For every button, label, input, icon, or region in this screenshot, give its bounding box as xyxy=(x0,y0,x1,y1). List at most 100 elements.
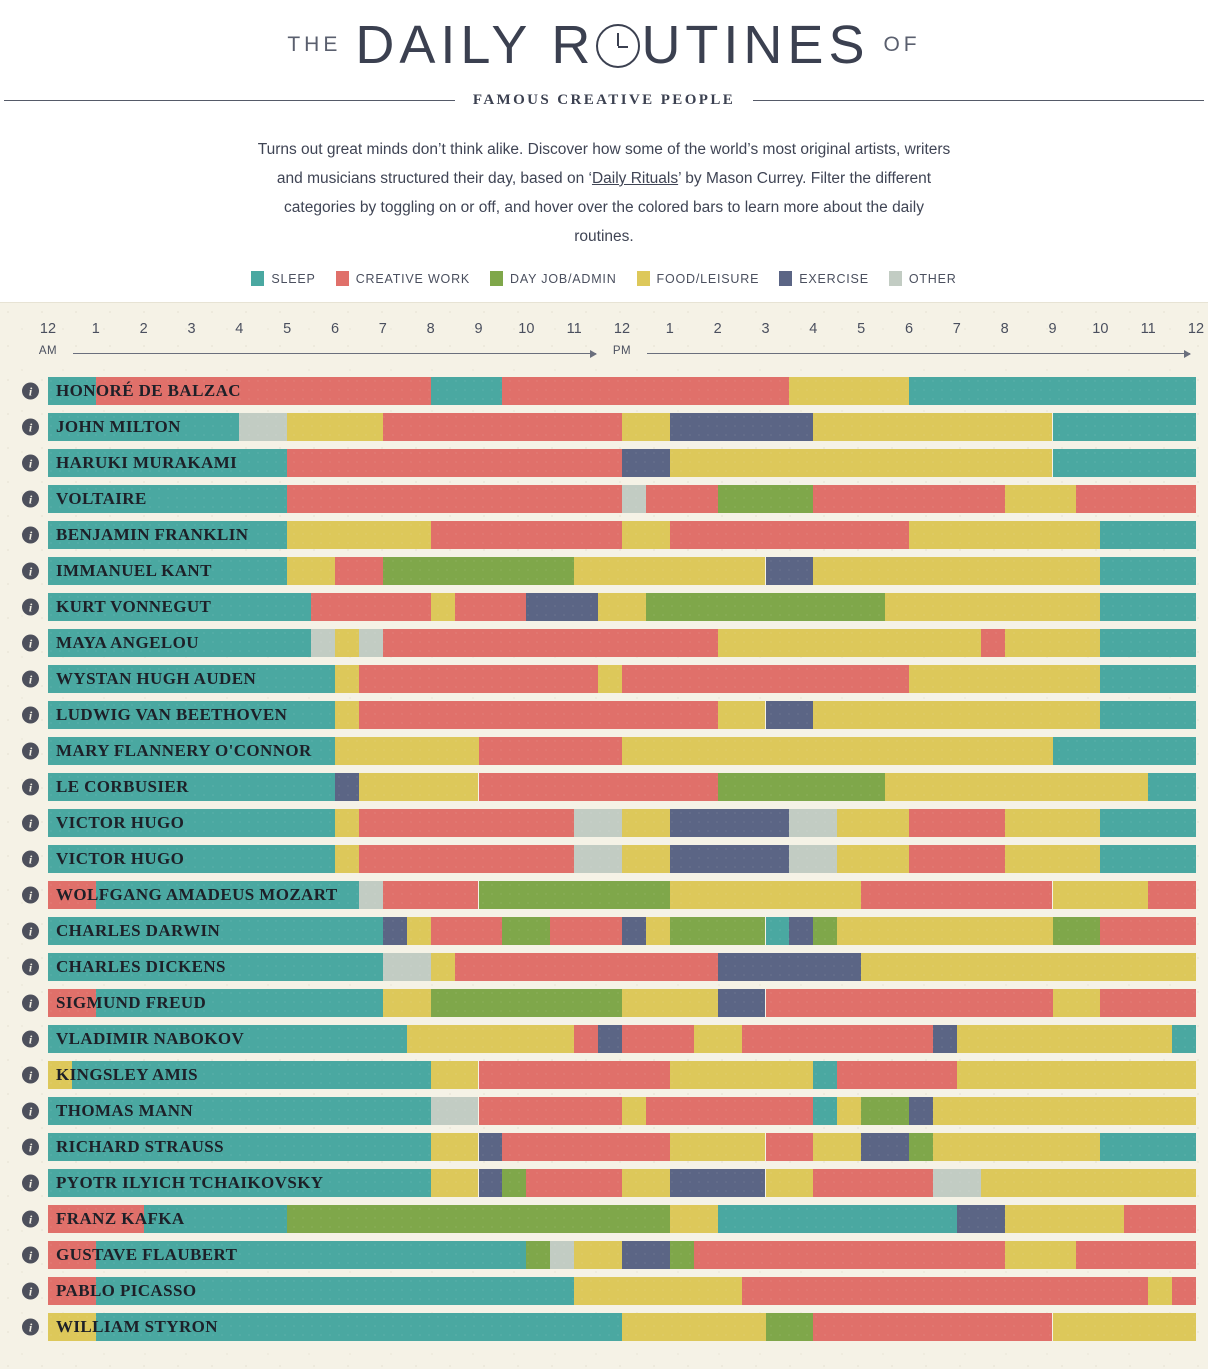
segment-creative[interactable] xyxy=(837,1061,957,1089)
segment-food[interactable] xyxy=(287,413,383,441)
segment-food[interactable] xyxy=(622,809,670,837)
segment-food[interactable] xyxy=(813,1133,862,1161)
info-icon[interactable]: i xyxy=(22,562,39,580)
info-icon[interactable]: i xyxy=(22,1030,39,1048)
segment-sleep[interactable] xyxy=(95,1241,527,1269)
segment-sleep[interactable] xyxy=(48,413,240,441)
segment-food[interactable] xyxy=(909,665,1101,693)
segment-other[interactable] xyxy=(550,1241,575,1269)
segment-sleep[interactable] xyxy=(1100,521,1196,549)
routine-row[interactable]: i BENJAMIN FRANKLIN xyxy=(0,517,1208,553)
segment-creative[interactable] xyxy=(358,809,575,837)
segment-creative[interactable] xyxy=(335,557,383,585)
segment-creative[interactable] xyxy=(478,773,718,801)
routine-bar[interactable] xyxy=(48,1061,1196,1089)
segment-exercise[interactable] xyxy=(669,413,814,441)
segment-food[interactable] xyxy=(406,917,431,945)
segment-dayjob[interactable] xyxy=(526,1241,551,1269)
segment-creative[interactable] xyxy=(48,1241,96,1269)
routine-row[interactable]: i VICTOR HUGO xyxy=(0,841,1208,877)
routine-row[interactable]: i VICTOR HUGO xyxy=(0,805,1208,841)
segment-creative[interactable] xyxy=(287,485,622,513)
info-icon[interactable]: i xyxy=(22,1246,39,1264)
info-icon[interactable]: i xyxy=(22,1282,39,1300)
segment-creative[interactable] xyxy=(287,449,622,477)
segment-food[interactable] xyxy=(909,521,1101,549)
segment-food[interactable] xyxy=(622,1313,766,1341)
routine-row[interactable]: i LUDWIG VAN BEETHOVEN xyxy=(0,697,1208,733)
segment-exercise[interactable] xyxy=(382,917,407,945)
segment-creative[interactable] xyxy=(909,845,1005,873)
routine-row[interactable]: i VLADIMIR NABOKOV xyxy=(0,1021,1208,1057)
segment-exercise[interactable] xyxy=(622,917,646,945)
routine-bar[interactable] xyxy=(48,1097,1196,1125)
segment-creative[interactable] xyxy=(765,989,1053,1017)
segment-food[interactable] xyxy=(622,521,670,549)
info-icon[interactable]: i xyxy=(22,670,39,688)
segment-sleep[interactable] xyxy=(143,1205,288,1233)
segment-sleep[interactable] xyxy=(48,845,335,873)
segment-sleep[interactable] xyxy=(1100,701,1196,729)
segment-food[interactable] xyxy=(287,557,335,585)
routine-row[interactable]: i THOMAS MANN xyxy=(0,1093,1208,1129)
segment-exercise[interactable] xyxy=(717,989,766,1017)
segment-sleep[interactable] xyxy=(1100,557,1196,585)
segment-food[interactable] xyxy=(813,413,1053,441)
routine-bar[interactable] xyxy=(48,845,1196,873)
segment-sleep[interactable] xyxy=(48,629,312,657)
segment-creative[interactable] xyxy=(1076,1241,1196,1269)
segment-food[interactable] xyxy=(717,629,981,657)
routine-bar[interactable] xyxy=(48,521,1196,549)
segment-creative[interactable] xyxy=(693,1241,1005,1269)
routine-row[interactable]: i WYSTAN HUGH AUDEN xyxy=(0,661,1208,697)
segment-exercise[interactable] xyxy=(526,593,599,621)
segment-creative[interactable] xyxy=(1100,917,1196,945)
info-icon[interactable]: i xyxy=(22,850,39,868)
segment-sleep[interactable] xyxy=(48,521,288,549)
segment-creative[interactable] xyxy=(909,809,1005,837)
routine-row[interactable]: i PABLO PICASSO xyxy=(0,1273,1208,1309)
info-icon[interactable]: i xyxy=(22,1138,39,1156)
routine-row[interactable]: i KURT VONNEGUT xyxy=(0,589,1208,625)
segment-creative[interactable] xyxy=(48,989,96,1017)
routine-row[interactable]: i LE CORBUSIER xyxy=(0,769,1208,805)
routine-bar[interactable] xyxy=(48,953,1196,981)
segment-creative[interactable] xyxy=(48,1277,96,1305)
segment-other[interactable] xyxy=(932,1169,981,1197)
segment-creative[interactable] xyxy=(1076,485,1196,513)
info-icon[interactable]: i xyxy=(22,1102,39,1120)
segment-food[interactable] xyxy=(1004,809,1101,837)
segment-exercise[interactable] xyxy=(861,1133,909,1161)
segment-food[interactable] xyxy=(430,1061,479,1089)
segment-food[interactable] xyxy=(1004,629,1101,657)
routine-bar[interactable] xyxy=(48,881,1196,909)
segment-food[interactable] xyxy=(598,593,646,621)
segment-creative[interactable] xyxy=(358,845,575,873)
segment-food[interactable] xyxy=(669,449,1053,477)
segment-sleep[interactable] xyxy=(1148,773,1196,801)
segment-creative[interactable] xyxy=(382,881,479,909)
routine-row[interactable]: i RICHARD STRAUSS xyxy=(0,1129,1208,1165)
segment-exercise[interactable] xyxy=(789,917,814,945)
segment-food[interactable] xyxy=(837,809,909,837)
segment-food[interactable] xyxy=(669,1133,766,1161)
info-icon[interactable]: i xyxy=(22,526,39,544)
segment-food[interactable] xyxy=(837,1097,862,1125)
routine-bar[interactable] xyxy=(48,1169,1196,1197)
segment-creative[interactable] xyxy=(622,665,909,693)
segment-sleep[interactable] xyxy=(48,737,335,765)
segment-dayjob[interactable] xyxy=(669,917,766,945)
segment-food[interactable] xyxy=(1004,485,1077,513)
segment-creative[interactable] xyxy=(454,593,527,621)
segment-food[interactable] xyxy=(574,1241,622,1269)
segment-creative[interactable] xyxy=(1100,989,1196,1017)
routine-bar[interactable] xyxy=(48,701,1196,729)
segment-food[interactable] xyxy=(1052,989,1101,1017)
segment-other[interactable] xyxy=(382,953,431,981)
segment-sleep[interactable] xyxy=(48,449,288,477)
daily-rituals-link[interactable]: Daily Rituals xyxy=(592,170,678,187)
routine-row[interactable]: i CHARLES DICKENS xyxy=(0,949,1208,985)
legend-toggle-other[interactable]: OTHER xyxy=(888,271,957,286)
segment-dayjob[interactable] xyxy=(717,773,886,801)
segment-food[interactable] xyxy=(406,1025,575,1053)
